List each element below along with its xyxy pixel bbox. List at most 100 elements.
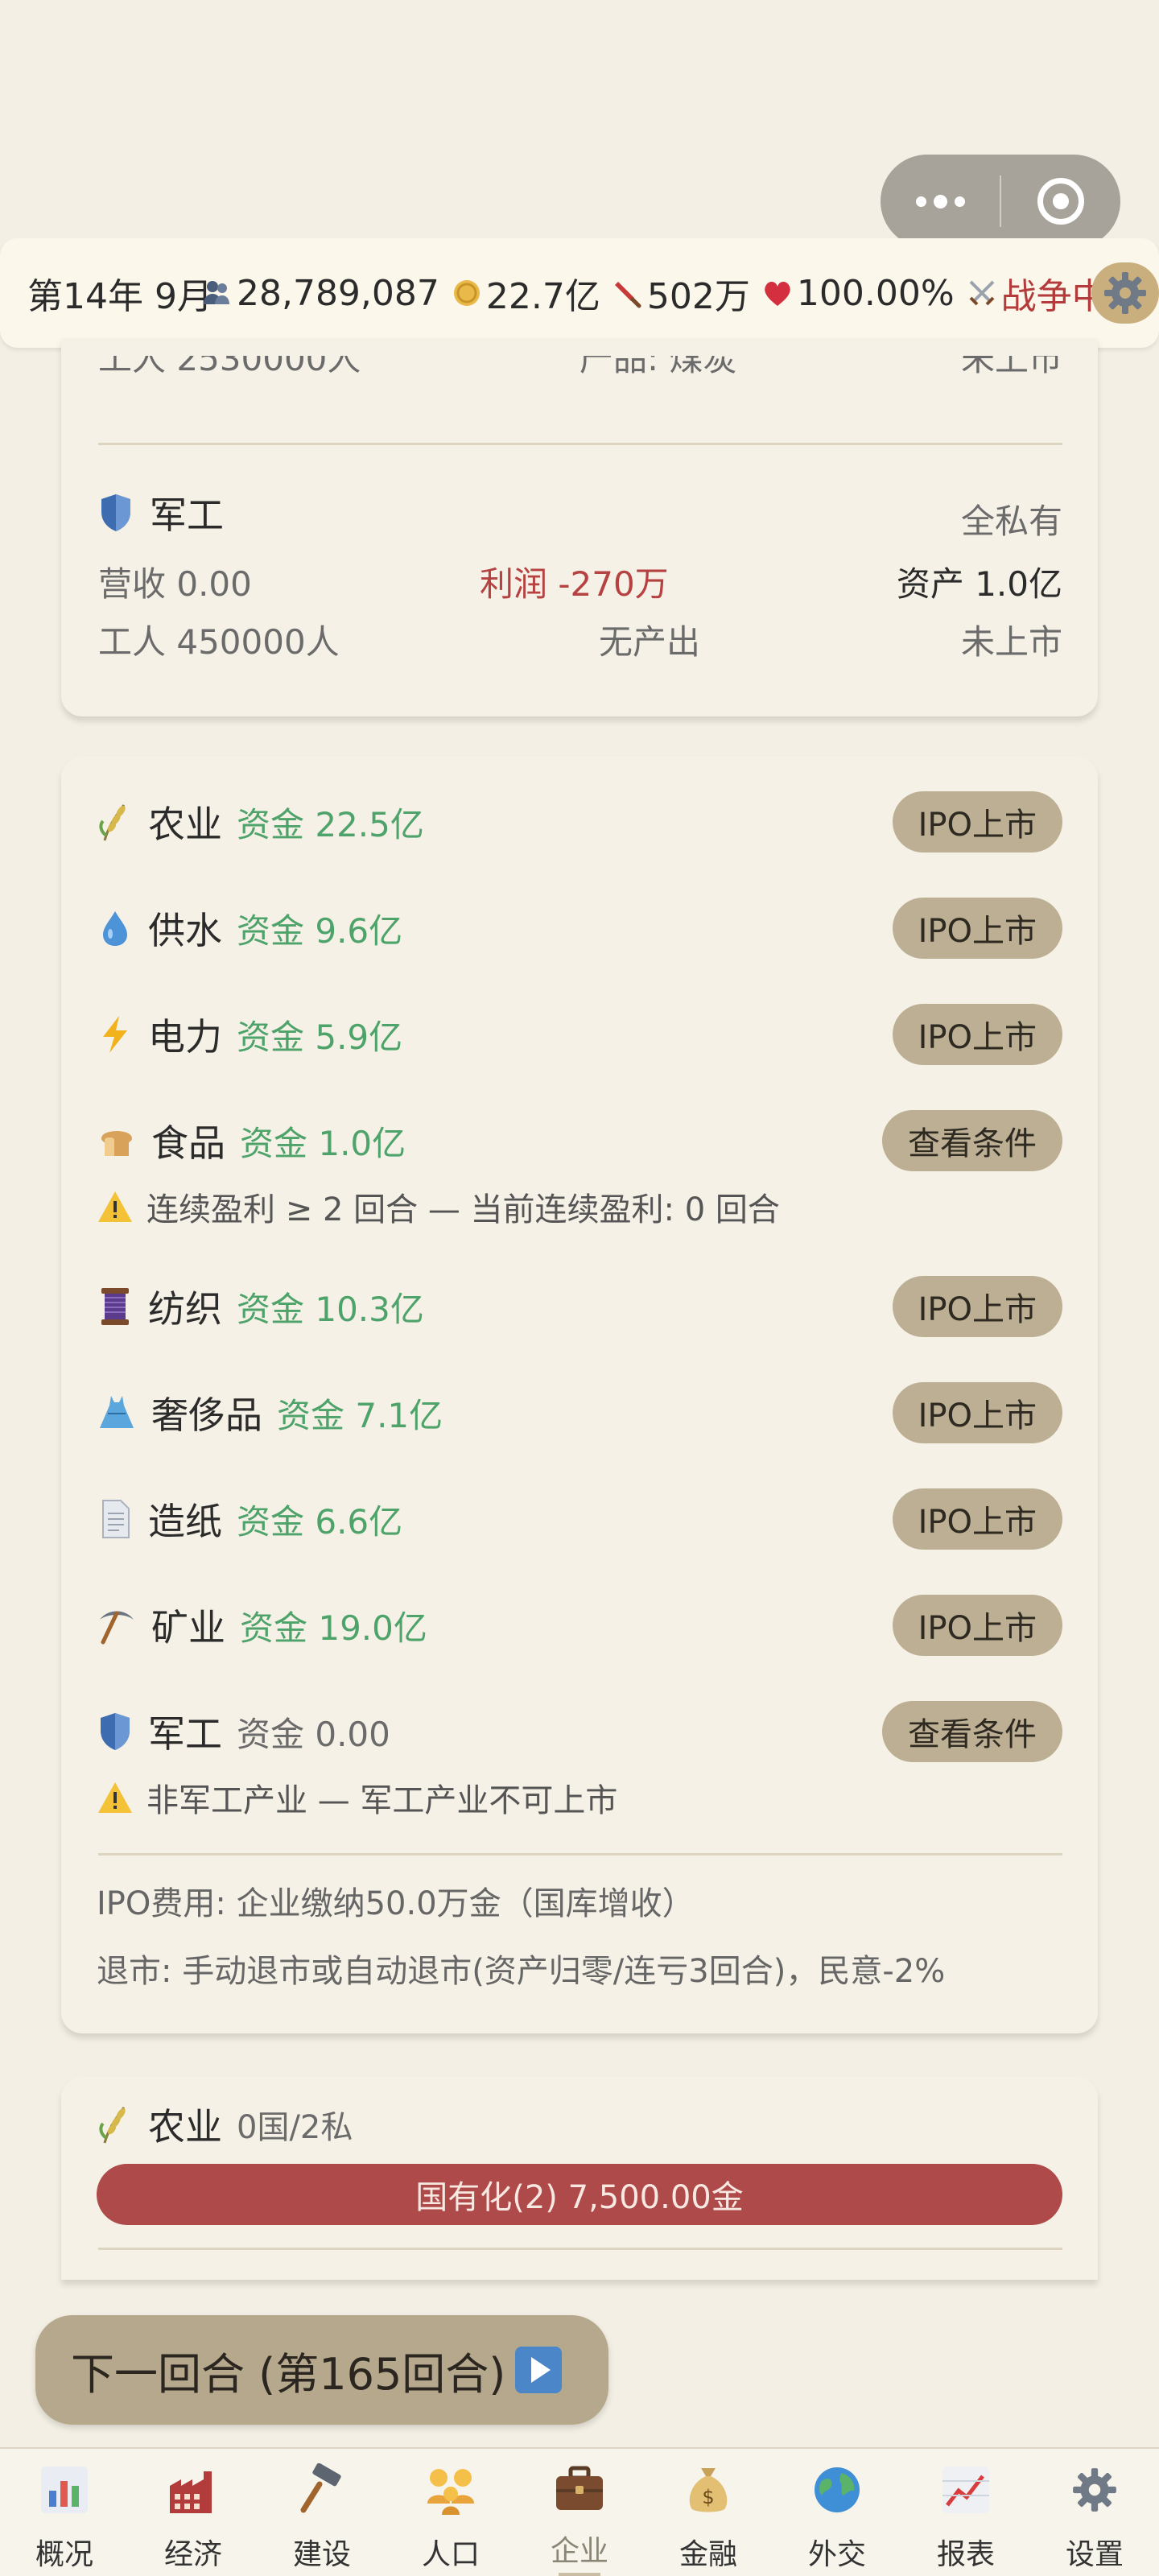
nav-diplomacy[interactable]: 外交 xyxy=(773,2449,901,2576)
ipo-row-agriculture: 农业 资金 22.5亿 IPO上市 xyxy=(97,789,1062,855)
lightning-icon xyxy=(103,1016,127,1053)
nav-label: 外交 xyxy=(807,2538,866,2571)
more-dots-icon xyxy=(915,194,965,208)
warning-text: 连续盈利 ≥ 2 回合 — 当前连续盈利: 0 回合 xyxy=(146,1191,780,1228)
water-drop-icon xyxy=(103,911,127,946)
wheat-icon xyxy=(99,804,126,841)
ipo-list-button[interactable]: IPO上市 xyxy=(892,791,1062,852)
ipo-fee-note: IPO费用: 企业缴纳50.0万金（国库增收） xyxy=(97,1885,695,1922)
ipo-warning-military: 非军工产业 — 军工产业不可上市 xyxy=(97,1774,617,1821)
nav-enterprise[interactable]: 企业 xyxy=(515,2449,644,2576)
nav-label: 经济 xyxy=(163,2538,222,2571)
nav-label: 报表 xyxy=(936,2538,995,2571)
ipo-row-capital: 资金 22.5亿 xyxy=(237,804,424,844)
ipo-row-water: 供水 资金 9.6亿 IPO上市 xyxy=(97,895,1062,961)
military-assets: 资产 1.0亿 xyxy=(896,564,1062,604)
money-bag-icon: $ xyxy=(678,2460,738,2520)
warning-icon xyxy=(98,1191,132,1222)
ipo-warning-food: 连续盈利 ≥ 2 回合 — 当前连续盈利: 0 回合 xyxy=(97,1183,780,1230)
partial-listing: 未上市 xyxy=(960,339,1062,378)
notes-divider xyxy=(98,1853,1062,1856)
approval-stat: 100.00% xyxy=(761,273,955,314)
next-turn-button[interactable]: 下一回合 (第165回合) xyxy=(35,2315,608,2425)
enterprise-detail-card: 工人 2530000人 产品: 煤炭 未上市 军工 全私有 营收 0.00 利润… xyxy=(61,338,1098,716)
ipo-list-button[interactable]: IPO上市 xyxy=(892,898,1062,959)
more-menu-button[interactable] xyxy=(881,155,1000,248)
ipo-row-mining: 矿业 资金 19.0亿 IPO上市 xyxy=(97,1592,1062,1658)
bottom-nav: 概况 经济 建设 人口 企业 $ 金融 外交 报表 设置 xyxy=(0,2447,1159,2576)
army-stat: 502万 xyxy=(612,267,750,319)
nav-overview[interactable]: 概况 xyxy=(0,2449,129,2576)
nav-economy[interactable]: 经济 xyxy=(129,2449,258,2576)
nav-construction[interactable]: 建设 xyxy=(258,2449,386,2576)
partial-workers: 工人 2530000人 xyxy=(98,339,361,378)
military-header: 军工 xyxy=(98,486,224,539)
ipo-row-capital: 资金 0.00 xyxy=(237,1714,390,1754)
nationalize-divider xyxy=(98,2248,1062,2250)
nav-reports[interactable]: 报表 xyxy=(901,2449,1030,2576)
ipo-list-button[interactable]: IPO上市 xyxy=(892,1004,1062,1065)
nav-label: 金融 xyxy=(678,2538,737,2571)
ipo-row-name: 供水 xyxy=(148,909,222,952)
ipo-row-capital: 资金 7.1亿 xyxy=(277,1395,443,1435)
ipo-row-name: 造纸 xyxy=(148,1500,222,1543)
ipo-row-capital: 资金 9.6亿 xyxy=(237,910,403,951)
ipo-row-name: 电力 xyxy=(148,1015,222,1059)
svg-text:$: $ xyxy=(702,2486,714,2508)
nav-settings[interactable]: 设置 xyxy=(1030,2449,1159,2576)
military-listing: 未上市 xyxy=(960,622,1062,662)
nav-label: 概况 xyxy=(35,2538,93,2571)
nav-population[interactable]: 人口 xyxy=(386,2449,515,2576)
ipo-list-button[interactable]: IPO上市 xyxy=(892,1595,1062,1656)
view-conditions-button[interactable]: 查看条件 xyxy=(882,1110,1062,1171)
ipo-row-name: 奢侈品 xyxy=(151,1393,262,1437)
ipo-list-button[interactable]: IPO上市 xyxy=(892,1276,1062,1337)
ipo-row-food: 食品 资金 1.0亿 查看条件 xyxy=(97,1108,1062,1174)
play-icon xyxy=(515,2347,563,2393)
crossed-swords-icon xyxy=(969,280,995,306)
ipo-row-name: 军工 xyxy=(148,1712,222,1756)
nationalize-ownership: 0国/2私 xyxy=(237,2109,353,2146)
nationalize-button[interactable]: 国有化(2) 7,500.00金 xyxy=(97,2164,1062,2225)
section-divider xyxy=(98,443,1062,445)
active-tab-underline xyxy=(559,2573,600,2576)
gear-icon xyxy=(1065,2460,1124,2520)
gear-icon xyxy=(1104,272,1146,314)
ipo-row-name: 纺织 xyxy=(148,1287,222,1331)
population-value: 28,789,087 xyxy=(236,272,439,314)
ipo-row-capital: 资金 6.6亿 xyxy=(237,1501,403,1542)
nav-label: 建设 xyxy=(292,2538,351,2571)
military-output: 无产出 xyxy=(599,622,701,662)
ipo-row-name: 农业 xyxy=(148,803,222,846)
ipo-row-capital: 资金 1.0亿 xyxy=(240,1123,406,1163)
pickaxe-icon xyxy=(100,1611,134,1645)
nav-label: 设置 xyxy=(1065,2538,1124,2571)
military-name: 军工 xyxy=(150,493,224,537)
ipo-list-button[interactable]: IPO上市 xyxy=(892,1488,1062,1550)
nationalize-header: 农业 0国/2私 xyxy=(97,2098,353,2151)
bread-icon xyxy=(101,1131,132,1156)
ipo-row-luxury: 奢侈品 资金 7.1亿 IPO上市 xyxy=(97,1380,1062,1446)
target-icon xyxy=(1037,178,1084,225)
view-conditions-button[interactable]: 查看条件 xyxy=(882,1701,1062,1762)
army-value: 502万 xyxy=(646,276,750,317)
nav-finance[interactable]: $ 金融 xyxy=(644,2449,773,2576)
nav-label: 企业 xyxy=(550,2535,608,2569)
nationalize-card: 农业 0国/2私 国有化(2) 7,500.00金 xyxy=(61,2077,1098,2280)
miniprogram-capsule xyxy=(881,155,1120,248)
warning-icon xyxy=(98,1782,132,1813)
shield-icon xyxy=(101,494,130,531)
close-miniprogram-button[interactable] xyxy=(1001,155,1120,248)
military-revenue: 营收 0.00 xyxy=(98,564,252,604)
thread-icon xyxy=(101,1288,129,1325)
ipo-list-button[interactable]: IPO上市 xyxy=(892,1382,1062,1443)
settings-button[interactable] xyxy=(1091,262,1159,324)
heart-icon xyxy=(765,282,790,306)
nav-label: 人口 xyxy=(421,2538,480,2571)
dress-icon xyxy=(100,1396,134,1428)
war-stat: 战争中 xyxy=(966,267,1107,319)
bar-chart-icon xyxy=(35,2460,94,2520)
ipo-row-capital: 资金 19.0亿 xyxy=(240,1608,427,1648)
coin-icon xyxy=(453,280,480,306)
dagger-icon xyxy=(614,282,641,308)
